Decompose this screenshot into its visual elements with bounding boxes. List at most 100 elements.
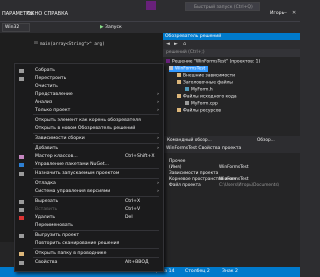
menu-item-unload[interactable]: Выгрузить проект	[15, 232, 163, 240]
menu-separator	[33, 230, 159, 231]
menu-item-label: Выгрузить проект	[35, 233, 80, 238]
tree-label: MyForm.h	[191, 87, 213, 93]
menu-item-label: Свойства	[35, 260, 58, 265]
back-icon[interactable]: ◄	[166, 41, 170, 47]
context-menu: Собрать Перестроить Очистить Представление ›…	[14, 63, 164, 272]
property-row[interactable]: Файл проекта C:\Users\Игорь\Documents\	[163, 183, 300, 189]
menu-item-label: Мастер классов...	[35, 154, 78, 159]
menu-item-paste[interactable]: Вставить Ctrl+V	[15, 206, 163, 214]
menu-item-rebuild[interactable]: Перестроить	[15, 75, 163, 83]
menu-item-source-control[interactable]: Система управления версиями ›	[15, 188, 163, 196]
solution-explorer-header: Обозреватель решений	[163, 33, 300, 40]
menu-item-label: Система управления версиями	[35, 189, 111, 194]
menu-item-debug[interactable]: Отладка ›	[15, 180, 163, 188]
tree-node[interactable]: MyForm.h	[185, 87, 213, 93]
properties-icon	[19, 261, 24, 265]
submenu-arrow-icon: ›	[157, 181, 159, 186]
tab-team-explorer[interactable]: Командный обозр...	[165, 137, 214, 144]
menu-item-shortcut: Ctrl+V	[125, 207, 141, 212]
menu-item-label: Вырезать	[35, 199, 59, 204]
solution-explorer-title: Обозреватель решений	[165, 34, 222, 39]
manage-nuget-icon	[19, 163, 24, 167]
class-wizard-icon	[19, 155, 24, 159]
menu-item-label: Зависимости сборки	[35, 136, 85, 141]
build-icon	[19, 69, 24, 73]
menu-item-label: Очистить	[35, 84, 58, 89]
tree-node[interactable]: Внешние зависимости	[177, 73, 235, 79]
header-file-icon	[185, 87, 189, 91]
menu-item-view[interactable]: Представление ›	[15, 91, 163, 99]
menu-item-label: Отладка	[35, 181, 56, 186]
menu-item-shortcut: Ctrl+X	[125, 199, 141, 204]
status-char: Знак 2	[222, 269, 238, 274]
menu-separator	[33, 168, 159, 169]
folder-icon	[177, 94, 181, 98]
menu-item-open-new-explorer[interactable]: Открыть в новом Обозреватель решений	[15, 125, 163, 133]
quick-launch-input[interactable]: Быстрый запуск (Ctrl+Q)	[185, 2, 260, 11]
tree-label: Заголовочные файлы	[183, 80, 233, 86]
tree-node[interactable]: Файлы ресурсов	[177, 108, 221, 114]
menu-item-build-dependencies[interactable]: Зависимости сборки ›	[15, 135, 163, 143]
forward-icon[interactable]: ►	[174, 41, 178, 47]
menu-window[interactable]: ОКНО	[27, 11, 42, 17]
platform-select[interactable]: Win32	[2, 23, 30, 32]
menu-item-label: Переименовать	[35, 223, 74, 228]
cut-icon	[19, 200, 24, 204]
submenu-arrow-icon: ›	[157, 136, 159, 141]
cpp-file-icon	[185, 101, 189, 105]
menu-item-label: Открыть в новом Обозреватель решений	[35, 126, 136, 131]
menu-item-open-as-root[interactable]: Открыть элемент как корень обозревателя	[15, 117, 163, 125]
solution-icon	[166, 59, 170, 63]
run-button[interactable]: ▶ Запуск	[100, 23, 136, 32]
menu-help[interactable]: СПРАВКА	[44, 11, 68, 17]
menu-item-class-wizard[interactable]: Мастер классов... Ctrl+Shift+X	[15, 153, 163, 161]
solution-explorer-toolbar: ◄ ► ⌂	[163, 40, 300, 49]
submenu-arrow-icon: ›	[157, 146, 159, 151]
tree-node[interactable]: Заголовочные файлы	[177, 80, 233, 86]
menu-item-clean[interactable]: Очистить	[15, 83, 163, 91]
property-key: Файл проекта	[169, 183, 201, 188]
tree-label: Файлы исходного кода	[183, 94, 237, 100]
property-value: C:\Users\Игорь\Documents\	[219, 183, 280, 188]
tree-project[interactable]: WinFormsTest	[169, 66, 209, 72]
solution-explorer-search[interactable]: решений (Ctrl+;)	[163, 49, 300, 57]
project-icon	[169, 66, 173, 70]
menu-item-cut[interactable]: Вырезать Ctrl+X	[15, 198, 163, 206]
submenu-arrow-icon: ›	[157, 92, 159, 97]
menu-item-label: Удалить	[35, 215, 56, 220]
menu-item-label: Добавить	[35, 146, 59, 151]
menu-separator	[33, 143, 159, 144]
vs-logo-icon	[146, 1, 156, 10]
menu-item-rename[interactable]: Переименовать	[15, 222, 163, 230]
menu-separator	[33, 133, 159, 134]
delete-icon	[19, 216, 24, 220]
folder-icon	[177, 108, 181, 112]
folder-icon	[177, 73, 181, 77]
close-icon[interactable]: ✕	[292, 10, 296, 16]
submenu-arrow-icon: ›	[157, 189, 159, 194]
tab-class-view[interactable]: Обзор...	[255, 137, 277, 144]
tree-node[interactable]: Файлы исходного кода	[177, 94, 237, 100]
menu-item-analyze[interactable]: Анализ ›	[15, 99, 163, 107]
menu-item-build[interactable]: Собрать	[15, 67, 163, 75]
menu-item-label: Вставить	[35, 207, 58, 212]
open-folder-icon	[19, 252, 24, 256]
minimize-icon[interactable]: —	[282, 10, 287, 16]
home-icon[interactable]: ⌂	[183, 41, 186, 47]
code-line: main(array<String^>^ arg)	[40, 42, 105, 47]
tree-label: WinFormsTest	[175, 66, 206, 72]
menu-item-delete[interactable]: Удалить Del	[15, 214, 163, 222]
menu-item-add[interactable]: Добавить ›	[15, 145, 163, 153]
tree-node[interactable]: MyForm.cpp	[185, 101, 218, 107]
tree-label: MyForm.cpp	[191, 101, 218, 107]
paste-icon	[19, 208, 24, 212]
menu-item-properties[interactable]: Свойства Alt+ВВОД	[15, 259, 163, 267]
collapse-icon[interactable]: ⊟	[34, 41, 38, 46]
explorer-tabs: Командный обозр... Обзор...	[163, 136, 300, 145]
unload-icon	[19, 234, 24, 238]
menu-item-label: Представление	[35, 92, 73, 97]
menu-item-set-startup[interactable]: Назначить запускаемым проектом	[15, 170, 163, 178]
tree-solution[interactable]: Решение "WinFormsTest" (проектов: 1)	[166, 59, 260, 65]
folder-icon	[177, 80, 181, 84]
menu-item-rescan[interactable]: Повторить сканирование решения	[15, 240, 163, 248]
